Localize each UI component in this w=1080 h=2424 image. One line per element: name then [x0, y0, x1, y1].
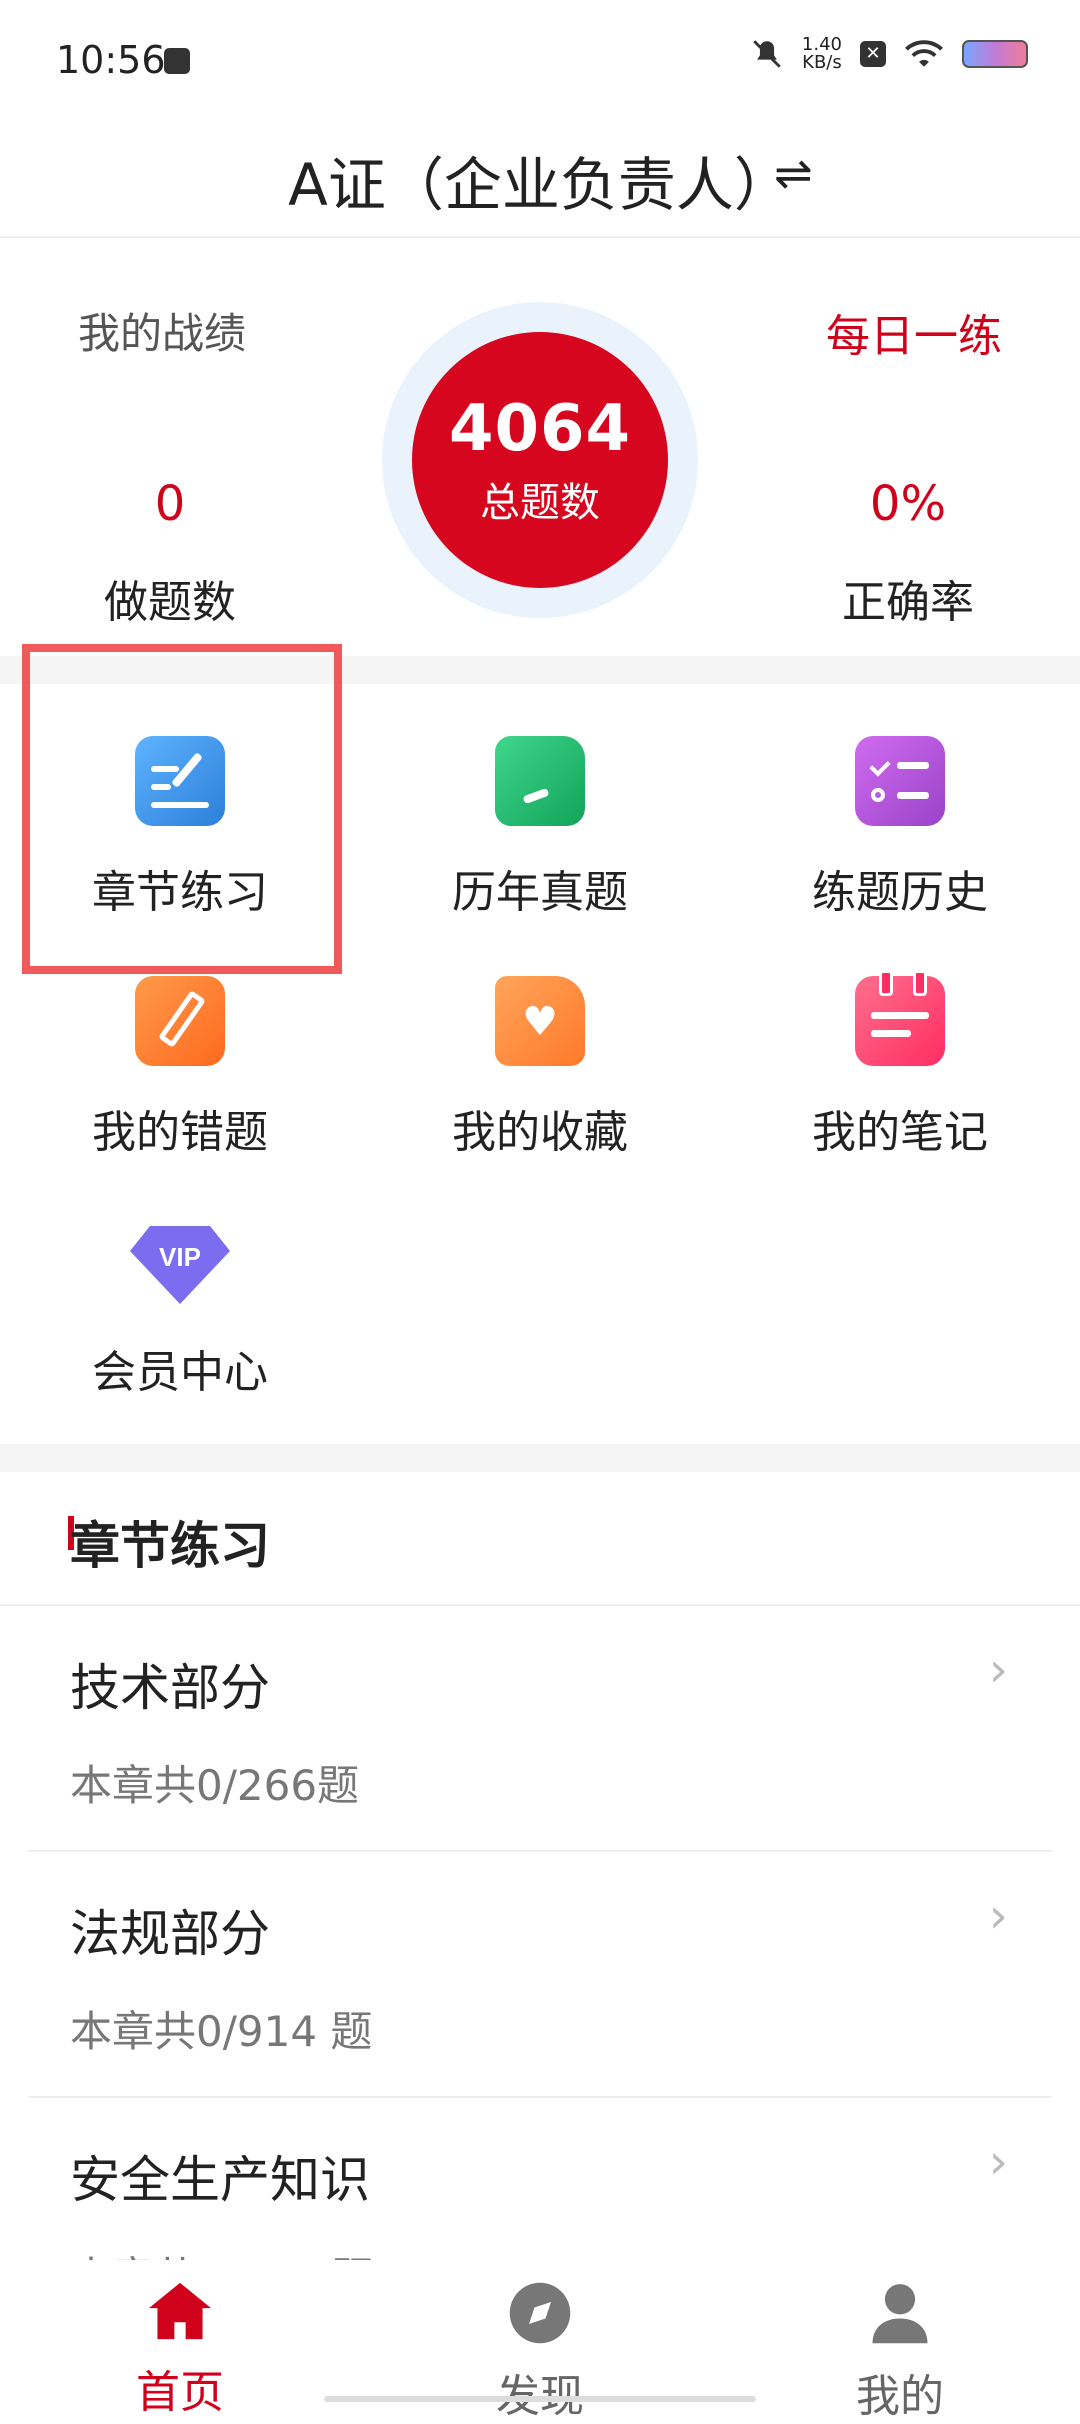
practice-history-icon [855, 736, 945, 826]
nav-mine[interactable]: 我的 [790, 2280, 1010, 2424]
chapter-title: 技术部分 [70, 1659, 270, 1717]
network-speed: 1.40 KB/s [801, 34, 842, 73]
page-title[interactable]: A证（企业负责人） [0, 138, 1080, 222]
chapter-progress: 本章共0/914 题 [70, 2007, 373, 2056]
chevron-right-icon: › [988, 2134, 1008, 2190]
chevron-right-icon: › [988, 1642, 1008, 1698]
total-questions-circle: 4064 总题数 [412, 332, 668, 588]
accuracy-value: 0% [869, 476, 947, 532]
notes-icon [855, 970, 945, 1066]
tile-label: 我的收藏 [452, 1107, 628, 1158]
past-exams-icon [495, 736, 585, 826]
nav-home[interactable]: 首页 [70, 2280, 290, 2420]
tile-label: 历年真题 [452, 867, 628, 918]
user-icon [872, 2284, 928, 2344]
section-separator [0, 1444, 1080, 1472]
wrong-questions-icon [135, 976, 225, 1066]
tile-vip-center[interactable]: VIP 会员中心 [20, 1216, 340, 1400]
chevron-right-icon: › [988, 1888, 1008, 1944]
tile-favorites[interactable]: ♥ 我的收藏 [380, 976, 700, 1160]
battery-icon [962, 40, 1028, 68]
total-questions-label: 总题数 [480, 480, 600, 526]
message-notification-icon [164, 48, 190, 74]
vip-icon: VIP [130, 1216, 230, 1306]
compass-icon [509, 2282, 571, 2344]
done-count-label: 做题数 [104, 577, 236, 628]
wifi-icon [905, 40, 943, 67]
chapter-row[interactable]: 技术部分 本章共0/266题 › [0, 1606, 1080, 1852]
stats-panel: 我的战绩 每日一练 4064 总题数 0 做题数 0% 正确率 [0, 236, 1080, 656]
tile-label: 会员中心 [92, 1347, 268, 1398]
chapter-title: 法规部分 [70, 1905, 270, 1963]
home-icon [149, 2282, 211, 2340]
chapter-progress: 本章共0/266题 [70, 1761, 360, 1810]
tile-label: 我的笔记 [812, 1107, 988, 1158]
section-title: 章节练习 [70, 1517, 270, 1575]
chapter-row[interactable]: 法规部分 本章共0/914 题 › [0, 1852, 1080, 2098]
chapter-progress: 本章共0/324 题 [70, 2244, 372, 2260]
tile-past-exams[interactable]: 历年真题 [380, 736, 700, 920]
daily-practice-link[interactable]: 每日一练 [826, 300, 1002, 364]
no-sim-icon: ✕ [860, 41, 886, 67]
tile-notes[interactable]: 我的笔记 [740, 970, 1060, 1160]
favorites-icon: ♥ [495, 976, 585, 1066]
status-time: 10:56 [56, 38, 166, 82]
page-header: A证（企业负责人） ⇌ [0, 120, 1080, 238]
my-record-label: 我的战绩 [78, 309, 247, 358]
highlight-box [22, 644, 342, 974]
tile-wrong-questions[interactable]: 我的错题 [20, 976, 340, 1160]
accuracy-label: 正确率 [842, 577, 974, 628]
chapter-title: 安全生产知识 [70, 2151, 370, 2209]
switch-exam-icon[interactable]: ⇌ [774, 146, 813, 200]
home-indicator [324, 2396, 756, 2402]
done-count-value: 0 [154, 476, 186, 532]
status-icons: 1.40 KB/s ✕ [750, 36, 1028, 72]
status-bar: 10:56 1.40 KB/s ✕ [0, 0, 1080, 120]
tile-label: 我的错题 [92, 1107, 268, 1158]
nav-discover[interactable]: 发现 [430, 2280, 650, 2424]
svg-text:VIP: VIP [159, 1242, 201, 1272]
tile-label: 练题历史 [812, 867, 988, 918]
mute-icon [753, 40, 781, 68]
bottom-nav: 首页 发现 我的 [0, 2260, 1080, 2422]
total-questions-value: 4064 [448, 392, 632, 466]
nav-label: 发现 [496, 2371, 584, 2422]
nav-label: 我的 [856, 2371, 944, 2422]
chapter-row[interactable]: 安全生产知识 本章共0/324 题 › [0, 2098, 1080, 2260]
tile-practice-history[interactable]: 练题历史 [740, 736, 1060, 920]
nav-label: 首页 [136, 2367, 224, 2418]
